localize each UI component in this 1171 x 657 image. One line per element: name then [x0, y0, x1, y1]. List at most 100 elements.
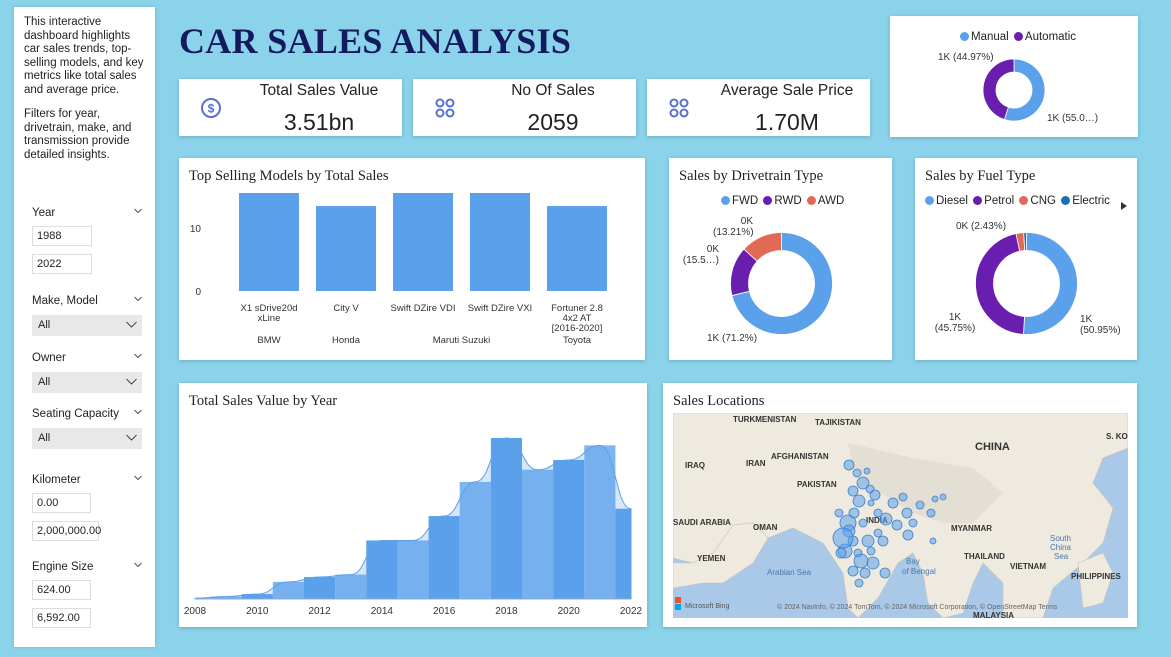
intro-text: This interactive dashboard highlights ca…: [24, 16, 146, 173]
location-dot[interactable]: [929, 537, 937, 545]
location-dot[interactable]: [854, 578, 864, 588]
chevron-down-icon[interactable]: [134, 296, 142, 304]
bar[interactable]: [547, 206, 607, 291]
sales-by-year-card: Total Sales Value by Year 2008 2010 2012 20…: [179, 383, 647, 627]
seating-slicer-title[interactable]: Seating Capacity: [32, 408, 142, 420]
location-dot[interactable]: [891, 519, 903, 531]
year-from-input[interactable]: 1988: [32, 226, 92, 246]
x-category-label: X1 sDrive20d xLine: [240, 303, 297, 324]
map-label: Arabian Sea: [767, 568, 812, 577]
location-dot[interactable]: [861, 534, 875, 548]
location-dot[interactable]: [873, 528, 883, 538]
x-tick-label: 2010: [246, 606, 269, 617]
bar[interactable]: [316, 206, 376, 291]
location-dot[interactable]: [915, 500, 925, 510]
engine-to-input[interactable]: 6,592.00: [32, 608, 91, 628]
location-dot[interactable]: [847, 565, 859, 577]
chevron-down-icon[interactable]: [134, 475, 142, 483]
make-model-slicer-title[interactable]: Make, Model: [32, 295, 142, 307]
location-dot[interactable]: [873, 508, 883, 518]
location-dot[interactable]: [866, 546, 876, 556]
location-dot[interactable]: [939, 493, 947, 501]
legend-item[interactable]: FWD: [732, 195, 758, 207]
kilometer-slicer-title[interactable]: Kilometer: [32, 474, 142, 486]
location-dot[interactable]: [847, 485, 859, 497]
top-models-bar-chart[interactable]: 10 0 X1 sDrive20d xLine City V Swift DZire VD…: [179, 158, 645, 360]
kilometer-to-input[interactable]: 2,000,000.00: [32, 521, 101, 541]
legend-item[interactable]: Diesel: [936, 195, 968, 207]
bar[interactable]: [470, 193, 530, 291]
x-tick-label: 2018: [495, 606, 518, 617]
location-dot[interactable]: [859, 567, 871, 579]
map-label: MALAYSIA: [973, 611, 1014, 618]
engine-from-input[interactable]: 624.00: [32, 580, 91, 600]
location-dot[interactable]: [898, 492, 908, 502]
year-to-input[interactable]: 2022: [32, 254, 92, 274]
legend-item[interactable]: CNG: [1030, 195, 1056, 207]
kpi-card-total-sales-value: $ Total Sales Value 3.51bn: [179, 79, 402, 136]
fuel-legend: Diesel Petrol CNG Electric: [923, 195, 1110, 207]
chevron-down-icon[interactable]: [126, 321, 137, 329]
drivetrain-donut-card: Sales by Drivetrain Type FWD RWD AWD 0K …: [669, 158, 892, 360]
location-dot[interactable]: [858, 518, 868, 528]
transmission-donut-card: Manual Automatic 1K (44.97%) 1K (55.0…): [890, 16, 1138, 137]
slice-label-awd: 0K (13.21%): [713, 216, 754, 238]
legend-item[interactable]: AWD: [818, 195, 844, 207]
location-dot[interactable]: [852, 468, 862, 478]
intro-paragraph-1: This interactive dashboard highlights ca…: [24, 16, 144, 96]
chevron-down-icon[interactable]: [126, 378, 137, 386]
location-dot[interactable]: [879, 567, 891, 579]
location-dot[interactable]: [834, 508, 844, 518]
location-dot[interactable]: [863, 467, 871, 475]
location-dot[interactable]: [877, 535, 889, 547]
bar[interactable]: [239, 193, 299, 291]
location-dot[interactable]: [853, 553, 869, 569]
location-dot[interactable]: [902, 529, 914, 541]
legend-dot: [721, 195, 730, 205]
map-label: VIETNAM: [1010, 562, 1046, 571]
legend-next-arrow-icon[interactable]: [1121, 197, 1127, 215]
location-dot[interactable]: [931, 495, 939, 503]
chevron-down-icon[interactable]: [134, 353, 142, 361]
location-dot[interactable]: [835, 547, 847, 559]
legend-item[interactable]: RWD: [774, 195, 801, 207]
x-tick-label: 2020: [558, 606, 581, 617]
location-dot[interactable]: [843, 459, 855, 471]
sales-locations-map[interactable]: TURKMENISTAN TAJIKISTAN IRAQ IRAN AFGHANISTA…: [673, 413, 1128, 618]
location-dot[interactable]: [908, 518, 918, 528]
legend-dot: [925, 195, 934, 205]
legend-item[interactable]: Electric: [1072, 195, 1110, 207]
kilometer-from-input[interactable]: 0.00: [32, 493, 91, 513]
seating-dropdown[interactable]: All: [32, 428, 142, 449]
drivetrain-donut-chart[interactable]: [730, 232, 833, 335]
location-dot[interactable]: [869, 489, 881, 501]
make-model-dropdown[interactable]: All: [32, 315, 142, 336]
transmission-donut-chart[interactable]: [982, 58, 1046, 122]
location-dot[interactable]: [832, 527, 854, 549]
location-dot[interactable]: [867, 499, 875, 507]
year-slicer-title[interactable]: Year: [32, 207, 142, 219]
chevron-down-icon[interactable]: [134, 562, 142, 570]
sales-locations-card: Sales Locations TURKMENISTAN TAJIKISTAN IR…: [663, 383, 1137, 627]
location-dot[interactable]: [901, 507, 913, 519]
chevron-down-icon[interactable]: [134, 208, 142, 216]
location-dot[interactable]: [887, 497, 899, 509]
donut-slice-petrol[interactable]: [975, 233, 1025, 335]
chevron-down-icon[interactable]: [126, 434, 137, 442]
donut-slice-diesel[interactable]: [1023, 232, 1078, 335]
location-dot[interactable]: [866, 556, 880, 570]
legend-item[interactable]: Automatic: [1025, 31, 1076, 43]
engine-slicer-title[interactable]: Engine Size: [32, 561, 142, 573]
legend-item[interactable]: Manual: [971, 31, 1009, 43]
sales-by-year-area-chart[interactable]: 2008 2010 2012 2014 2016 2018 2020 2022: [179, 383, 647, 627]
map-attribution[interactable]: © 2024 NavInfo, © 2024 TomTom, © 2024 Mi…: [777, 603, 1058, 611]
fuel-donut-chart[interactable]: [975, 232, 1078, 335]
chevron-down-icon[interactable]: [134, 409, 142, 417]
location-dot[interactable]: [852, 494, 866, 508]
bar[interactable]: [393, 193, 453, 291]
slice-label-cng: 0K (2.43%): [956, 221, 1007, 232]
legend-item[interactable]: Petrol: [984, 195, 1014, 207]
location-dot[interactable]: [926, 508, 936, 518]
owner-slicer-title[interactable]: Owner: [32, 352, 142, 364]
owner-dropdown[interactable]: All: [32, 372, 142, 393]
